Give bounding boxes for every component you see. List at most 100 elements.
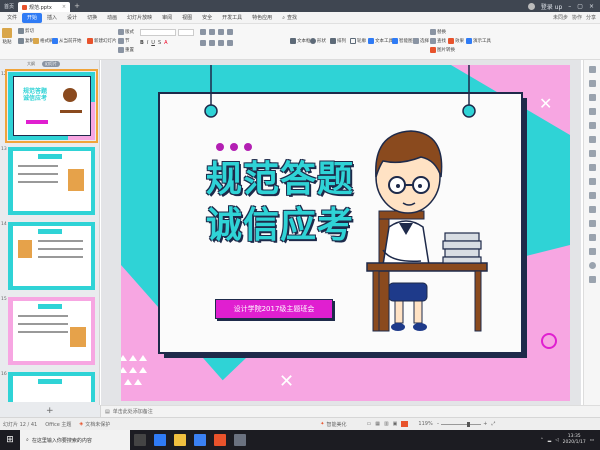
- share-pane-icon[interactable]: [589, 276, 596, 283]
- sorter-view-icon[interactable]: ▥: [384, 421, 389, 427]
- magic-icon[interactable]: [589, 178, 596, 185]
- slide-library-button[interactable]: 演示工具: [466, 38, 491, 44]
- menu-file[interactable]: 文件: [2, 13, 22, 23]
- location-icon[interactable]: [589, 164, 596, 171]
- collaborate-button[interactable]: 协作: [572, 14, 582, 21]
- backup-icon[interactable]: [589, 248, 596, 255]
- font-size-select[interactable]: [178, 29, 194, 36]
- font-color-icon[interactable]: A: [164, 40, 167, 46]
- new-slide-button[interactable]: 新建幻灯片: [87, 38, 117, 44]
- from-current-button[interactable]: 从当前开始: [52, 38, 82, 44]
- replace-button[interactable]: 替换: [430, 29, 446, 35]
- menu-animation[interactable]: 动画: [102, 13, 122, 23]
- subtitle-box[interactable]: 设计学院2017级主题班会: [215, 299, 333, 319]
- slide-title[interactable]: 规范答题 诚信应考: [206, 157, 354, 249]
- tab-document[interactable]: 规范.pptx ×: [18, 2, 71, 12]
- slide-thumbnail-14[interactable]: [8, 222, 95, 290]
- tray-arrow-icon[interactable]: ⌃: [540, 438, 544, 443]
- menu-transition[interactable]: 切换: [82, 13, 102, 23]
- image-icon[interactable]: [589, 206, 596, 213]
- menu-security[interactable]: 安全: [197, 13, 217, 23]
- task-view-icon[interactable]: [134, 434, 146, 446]
- effects-button[interactable]: 效果: [448, 38, 464, 44]
- zoom-slider[interactable]: [441, 421, 482, 427]
- wps-icon[interactable]: [214, 434, 226, 446]
- animation-pane-icon[interactable]: [589, 108, 596, 115]
- outline-button[interactable]: 轮廓: [350, 38, 366, 44]
- share-button[interactable]: 分享: [586, 14, 596, 21]
- slide-thumbnail-15[interactable]: [8, 297, 95, 365]
- line-spacing-icon[interactable]: [227, 29, 233, 35]
- volume-icon[interactable]: ◁: [555, 438, 558, 443]
- numbered-list-icon[interactable]: [209, 29, 215, 35]
- fit-window-icon[interactable]: ⤢: [491, 421, 495, 427]
- menu-slideshow[interactable]: 幻灯片放映: [122, 13, 157, 23]
- minimize-icon[interactable]: –: [568, 3, 571, 10]
- image-convert-button[interactable]: 图片转换: [430, 47, 455, 53]
- bullet-list-icon[interactable]: [200, 29, 206, 35]
- table-icon[interactable]: [589, 220, 596, 227]
- section-button[interactable]: 节: [118, 38, 130, 44]
- italic-icon[interactable]: I: [147, 40, 148, 46]
- transition-pane-icon[interactable]: [589, 122, 596, 129]
- menu-developer[interactable]: 开发工具: [217, 13, 247, 23]
- store-icon[interactable]: [194, 434, 206, 446]
- smart-beautify-button[interactable]: 智能美化: [326, 421, 346, 428]
- clock[interactable]: 13:35 2020/1/17: [563, 434, 586, 446]
- edge-browser-icon[interactable]: [154, 434, 166, 446]
- taskbar-search[interactable]: ⌕ 在这里输入你要搜索的内容: [20, 430, 130, 450]
- menu-design[interactable]: 设计: [62, 13, 82, 23]
- layout-button[interactable]: 版式: [118, 29, 134, 35]
- add-slide-button[interactable]: +: [46, 406, 54, 416]
- protect-status[interactable]: 文档未保护: [85, 421, 110, 428]
- file-explorer-icon[interactable]: [174, 434, 186, 446]
- close-tab-icon[interactable]: ×: [62, 4, 66, 10]
- comment-icon[interactable]: ▭: [366, 421, 371, 427]
- find-button[interactable]: 查找: [430, 38, 446, 44]
- menu-search[interactable]: ⌕ 查找: [277, 13, 302, 23]
- paste-button[interactable]: 粘贴: [2, 28, 12, 45]
- select-pane-icon[interactable]: [589, 150, 596, 157]
- align-left-icon[interactable]: [200, 40, 206, 46]
- sync-status[interactable]: 未同步: [553, 14, 568, 21]
- notification-icon[interactable]: ▭: [590, 438, 594, 443]
- zoom-in-icon[interactable]: +: [483, 421, 487, 427]
- app-icon[interactable]: [234, 434, 246, 446]
- collapse-icon[interactable]: [589, 66, 596, 73]
- network-icon[interactable]: ▂: [548, 438, 551, 443]
- font-style-buttons[interactable]: BIUSA: [140, 40, 168, 46]
- windows-start-icon[interactable]: ⊞: [0, 435, 20, 445]
- menu-view[interactable]: 视图: [177, 13, 197, 23]
- reset-button[interactable]: 重置: [118, 47, 134, 53]
- reading-view-icon[interactable]: ▣: [393, 421, 398, 427]
- slide-thumbnail-12[interactable]: 规范答题 诚信应考: [5, 69, 98, 143]
- new-tab-icon[interactable]: +: [74, 2, 80, 10]
- indent-icon[interactable]: [218, 29, 224, 35]
- bold-icon[interactable]: B: [140, 40, 144, 46]
- underline-icon[interactable]: U: [151, 40, 155, 46]
- cut-button[interactable]: 剪切: [18, 28, 34, 34]
- zoom-level[interactable]: 119%: [418, 421, 432, 427]
- slide-thumbnail-16[interactable]: [8, 372, 95, 402]
- properties-icon[interactable]: [589, 80, 596, 87]
- normal-view-icon[interactable]: ▦: [375, 421, 380, 427]
- tab-outline[interactable]: 大纲: [22, 61, 40, 67]
- format-painter-button[interactable]: 格式刷: [33, 38, 54, 44]
- slide-canvas[interactable]: ✕ ✕ 规范答题 诚信应考 设计学院2017级主题班会: [121, 65, 570, 401]
- text-box-button[interactable]: 文本框: [290, 38, 311, 44]
- user-label[interactable]: 登录 up: [541, 2, 563, 11]
- shape-pane-icon[interactable]: [589, 136, 596, 143]
- shape-button[interactable]: 形状: [310, 38, 326, 44]
- menu-start[interactable]: 开始: [22, 12, 43, 23]
- chart-icon[interactable]: [589, 234, 596, 241]
- slideshow-play-icon[interactable]: [401, 421, 409, 427]
- maximize-icon[interactable]: ▢: [577, 3, 583, 10]
- select-button[interactable]: 选择: [413, 38, 429, 44]
- strike-icon[interactable]: S: [158, 40, 161, 46]
- tab-slides[interactable]: 幻灯片: [42, 61, 60, 67]
- style-icon[interactable]: [589, 94, 596, 101]
- zoom-out-icon[interactable]: –: [437, 421, 440, 427]
- notes-pane[interactable]: ▤ 单击此处添加备注: [101, 405, 600, 417]
- menu-insert[interactable]: 插入: [42, 13, 62, 23]
- justify-icon[interactable]: [227, 40, 233, 46]
